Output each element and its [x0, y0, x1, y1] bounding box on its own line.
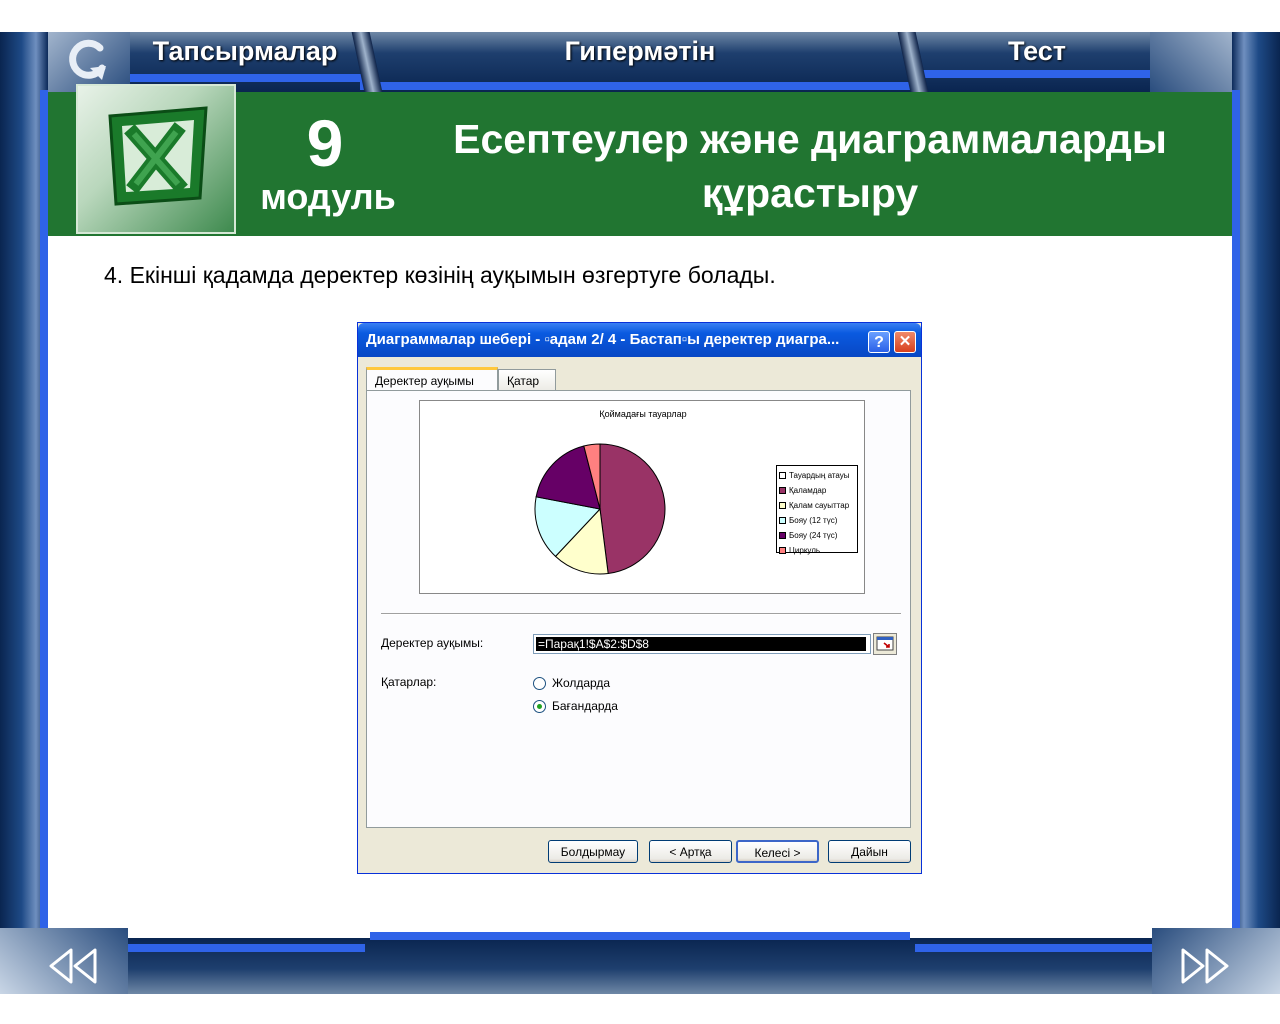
instruction-text: 4. Екінші қадамда деректер көзінің ауқым…: [104, 262, 776, 288]
legend-swatch: [779, 547, 786, 554]
next-button[interactable]: Келесі >: [736, 840, 819, 863]
module-label: модуль: [260, 176, 396, 217]
legend-label: Бояу (12 түс): [789, 516, 838, 525]
page-title-line-2: құрастыру: [701, 170, 919, 216]
module-number: 9: [306, 106, 344, 180]
legend-item: Бояу (24 түс): [779, 528, 855, 543]
legend-swatch: [779, 487, 786, 494]
legend-swatch: [779, 517, 786, 524]
legend-swatch: [779, 502, 786, 509]
help-button[interactable]: ?: [868, 331, 890, 353]
chart-wizard-dialog: Диаграммалар шебері - ▫адам 2/ 4 - Баста…: [357, 322, 922, 874]
radio-rows-label: Жолдарда: [552, 676, 611, 690]
radio-columns[interactable]: Бағандарда: [533, 699, 618, 713]
double-arrow-right-icon: [1181, 948, 1229, 984]
range-select-icon: [876, 636, 894, 651]
nav-tasks-link[interactable]: Тапсырмалар: [130, 36, 360, 67]
frame-left-accent: [40, 90, 48, 930]
next-page-button[interactable]: [1176, 944, 1236, 988]
bottom-accent-line: [125, 944, 365, 952]
legend-item: Тауардың атауы: [779, 468, 855, 483]
series-in-label: Қатарлар:: [381, 675, 437, 689]
legend-item: Бояу (12 түс): [779, 513, 855, 528]
legend-item: Қаламдар: [779, 483, 855, 498]
nav-test-link[interactable]: Тест: [920, 36, 1154, 67]
chart-title: Қоймадағы тауарлар: [599, 409, 687, 419]
finish-button[interactable]: Дайын: [828, 840, 911, 863]
dialog-title: Диаграммалар шебері - ▫адам 2/ 4 - Баста…: [366, 331, 840, 348]
radio-rows-circle[interactable]: [533, 676, 546, 690]
excel-logo-icon: [76, 84, 236, 234]
legend-label: Циркуль: [789, 546, 821, 555]
legend-label: Қалам сауыттар: [789, 501, 850, 510]
return-icon[interactable]: [60, 34, 116, 86]
legend-label: Қаламдар: [789, 486, 827, 495]
nav-hypertext-link[interactable]: Гипермәтін: [380, 36, 900, 67]
bottom-accent-line: [915, 944, 1155, 952]
tab-data-range[interactable]: Деректер ауқымы: [366, 367, 498, 391]
tab-panel: Қоймадағы тауарлар Тауардың атауы Қаламда…: [366, 390, 911, 828]
tab-series[interactable]: Қатар: [498, 369, 556, 391]
legend-swatch: [779, 532, 786, 539]
top-accent-line: [125, 74, 365, 82]
top-accent-line: [360, 82, 910, 90]
collapse-dialog-button[interactable]: [873, 633, 897, 655]
back-button[interactable]: < Артқа: [649, 840, 732, 863]
radio-columns-label: Бағандарда: [552, 699, 618, 713]
divider: [381, 613, 901, 615]
close-button[interactable]: ✕: [894, 331, 916, 353]
data-range-value: =Парақ1!$A$2:$D$8: [536, 637, 866, 651]
data-range-input[interactable]: =Парақ1!$A$2:$D$8: [533, 634, 871, 654]
legend-item: Қалам сауыттар: [779, 498, 855, 513]
bottom-accent-line: [370, 932, 910, 940]
page-title-line-1: Есептеулер және диаграммаларды: [453, 116, 1167, 162]
legend-label: Бояу (24 түс): [789, 531, 838, 540]
range-label: Деректер ауқымы:: [381, 636, 484, 650]
legend-label: Тауардың атауы: [789, 471, 850, 480]
pie-chart: [534, 443, 666, 575]
pie-slice: [599, 443, 666, 575]
top-accent-line: [915, 70, 1155, 78]
cancel-button[interactable]: Болдырмау: [548, 840, 638, 863]
chart-preview: Қоймадағы тауарлар Тауардың атауы Қаламда…: [419, 400, 865, 594]
double-arrow-left-icon: [49, 948, 97, 984]
chart-legend: Тауардың атауы Қаламдар Қалам сауыттар Бояу…: [776, 465, 858, 555]
radio-rows[interactable]: Жолдарда: [533, 676, 610, 690]
legend-swatch: [779, 472, 786, 479]
frame-right-accent: [1232, 90, 1240, 930]
legend-item: Циркуль: [779, 543, 855, 558]
previous-page-button[interactable]: [42, 944, 102, 988]
dialog-titlebar[interactable]: Диаграммалар шебері - ▫адам 2/ 4 - Баста…: [358, 323, 921, 357]
radio-columns-circle[interactable]: [533, 699, 546, 713]
